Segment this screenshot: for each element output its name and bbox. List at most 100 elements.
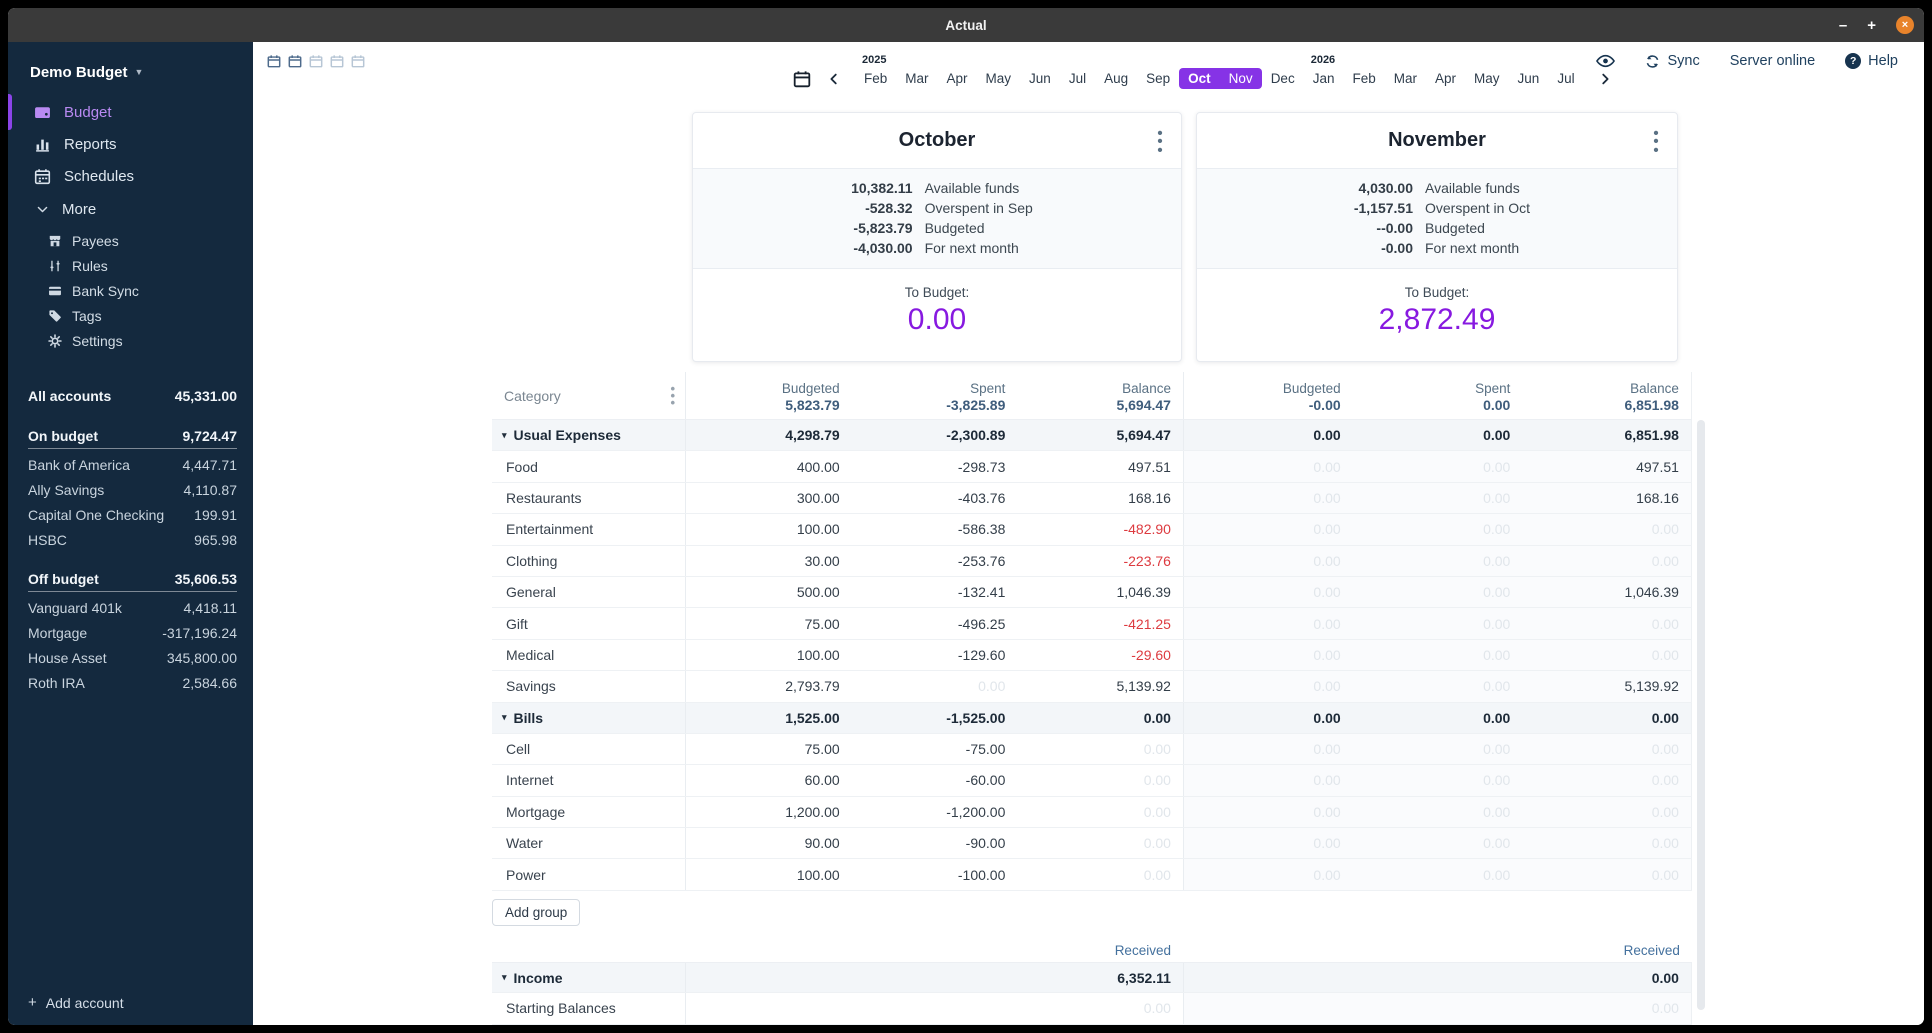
cell-oct-spent[interactable]: -60.00	[852, 765, 1018, 795]
cell-nov-budgeted[interactable]: 0.00	[1182, 451, 1353, 482]
cell-oct-budgeted[interactable]: 300.00	[686, 483, 852, 513]
cell-nov-spent[interactable]: 0.00	[1352, 576, 1523, 608]
category-name[interactable]: Savings	[492, 671, 686, 702]
cell-nov-spent[interactable]: 0.00	[1352, 733, 1523, 765]
cell-nov-balance[interactable]: 6,851.98	[1522, 420, 1692, 451]
collapse-triangle-icon[interactable]: ▾	[502, 712, 507, 723]
cell-nov-balance[interactable]: 497.51	[1522, 451, 1692, 482]
category-name[interactable]: Gift	[492, 608, 686, 639]
category-name[interactable]: ▾ Usual Expenses	[492, 420, 686, 451]
cell-oct-budgeted[interactable]: 4,298.79	[686, 420, 852, 450]
header-balance-oct[interactable]: Balance 5,694.47	[1017, 372, 1183, 419]
minimize-button[interactable]: –	[1839, 18, 1847, 33]
cell-nov-spent[interactable]: 0.00	[1352, 828, 1523, 859]
cell-nov-budgeted[interactable]: 0.00	[1182, 859, 1353, 890]
sidebar-item-tags[interactable]: Tags	[8, 303, 253, 328]
collapse-triangle-icon[interactable]: ▾	[502, 972, 507, 983]
cell-oct-received[interactable]: 0.00	[1017, 993, 1183, 1023]
cell-nov-budgeted[interactable]: 0.00	[1182, 702, 1353, 733]
month-feb[interactable]: 2025 Feb	[855, 54, 896, 89]
cell-oct-balance[interactable]: 0.00	[1017, 797, 1183, 827]
kebab-menu-icon[interactable]: • • •	[1155, 126, 1165, 157]
category-name[interactable]: Internet	[492, 765, 686, 796]
header-spent-oct[interactable]: Spent -3,825.89	[852, 372, 1018, 419]
month-jul[interactable]: Jul	[1060, 68, 1095, 89]
cell-oct-spent[interactable]: -2,300.89	[852, 420, 1018, 450]
account-row-capital-one-checking[interactable]: Capital One Checking 199.91	[28, 502, 237, 527]
sidebar-item-schedules[interactable]: Schedules	[8, 160, 253, 192]
cell-nov-budgeted[interactable]: 0.00	[1182, 608, 1353, 639]
cell-oct-balance[interactable]: 5,694.47	[1017, 420, 1183, 450]
cell-nov-budgeted[interactable]: 0.00	[1182, 733, 1353, 765]
month-may[interactable]: May	[1465, 68, 1509, 89]
month-aug[interactable]: Aug	[1095, 68, 1137, 89]
cell-nov-balance[interactable]: 0.00	[1522, 796, 1692, 828]
vertical-scrollbar[interactable]	[1697, 420, 1705, 1010]
cell-nov-balance[interactable]: 0.00	[1522, 859, 1692, 890]
cell-oct-budgeted[interactable]: 90.00	[686, 828, 852, 858]
month-sep[interactable]: Sep	[1137, 68, 1179, 89]
cell-nov-balance[interactable]: 0.00	[1522, 639, 1692, 671]
month-oct[interactable]: Oct	[1179, 68, 1220, 89]
month-jan[interactable]: 2026 Jan	[1304, 54, 1344, 89]
cell-oct-spent[interactable]: -403.76	[852, 483, 1018, 513]
category-name[interactable]: Water	[492, 828, 686, 859]
category-name[interactable]: Medical	[492, 639, 686, 671]
cell-oct-spent[interactable]: -75.00	[852, 734, 1018, 764]
account-row-roth-ira[interactable]: Roth IRA 2,584.66	[28, 670, 237, 695]
category-name[interactable]: Mortgage	[492, 796, 686, 828]
sidebar-item-settings[interactable]: Settings	[8, 328, 253, 353]
cell-oct-balance[interactable]: 0.00	[1017, 765, 1183, 795]
month-jul[interactable]: Jul	[1548, 68, 1583, 89]
month-mar[interactable]: Mar	[1385, 68, 1426, 89]
account-group-on-budget[interactable]: On budget 9,724.47	[28, 423, 237, 449]
cell-nov-balance[interactable]: 0.00	[1522, 765, 1692, 796]
cell-oct-balance[interactable]: 497.51	[1017, 451, 1183, 481]
header-balance-nov[interactable]: Balance 6,851.98	[1522, 372, 1692, 419]
month-count-option-4-icon[interactable]	[330, 54, 344, 68]
cell-oct-balance[interactable]: 0.00	[1017, 703, 1183, 733]
cell-oct-spent[interactable]: -100.00	[852, 859, 1018, 889]
cell-nov-spent[interactable]: 0.00	[1352, 796, 1523, 828]
cell-oct-budgeted[interactable]: 30.00	[686, 546, 852, 576]
cell-nov-spent[interactable]: 0.00	[1352, 859, 1523, 890]
cell-nov-spent[interactable]: 0.00	[1352, 451, 1523, 482]
cell-nov-balance[interactable]: 1,046.39	[1522, 576, 1692, 608]
prev-month-button[interactable]	[827, 72, 841, 86]
account-row-ally-savings[interactable]: Ally Savings 4,110.87	[28, 477, 237, 502]
add-group-button[interactable]: Add group	[492, 898, 581, 926]
cell-oct-budgeted[interactable]: 400.00	[686, 451, 852, 481]
month-nov[interactable]: Nov	[1219, 68, 1262, 89]
cell-nov-spent[interactable]: 0.00	[1352, 639, 1523, 671]
account-row-house-asset[interactable]: House Asset 345,800.00	[28, 645, 237, 670]
category-name[interactable]: Cell	[492, 733, 686, 765]
month-count-option-3-icon[interactable]	[309, 54, 323, 68]
category-name[interactable]: Power	[492, 859, 686, 890]
cell-oct-spent[interactable]: -1,200.00	[852, 797, 1018, 827]
privacy-eye-button[interactable]	[1596, 54, 1616, 68]
cell-nov-budgeted[interactable]: 0.00	[1182, 576, 1353, 608]
category-name[interactable]: ▾ Income	[492, 962, 686, 993]
cell-nov-spent[interactable]: 0.00	[1352, 420, 1523, 451]
header-budgeted-oct[interactable]: Budgeted 5,823.79	[686, 372, 852, 419]
cell-oct-balance[interactable]: 0.00	[1017, 859, 1183, 889]
cell-oct-spent[interactable]: -132.41	[852, 577, 1018, 607]
month-dec[interactable]: Dec	[1262, 68, 1304, 89]
cell-nov-balance[interactable]: 0.00	[1522, 828, 1692, 859]
cell-oct-spent[interactable]: -298.73	[852, 451, 1018, 481]
cell-oct-spent[interactable]: -586.38	[852, 514, 1018, 544]
all-accounts-row[interactable]: All accounts 45,331.00	[28, 383, 237, 409]
cell-oct-balance[interactable]: 5,139.92	[1017, 671, 1183, 701]
cell-nov-balance[interactable]: 5,139.92	[1522, 671, 1692, 702]
cell-oct-budgeted[interactable]: 60.00	[686, 765, 852, 795]
calendar-icon[interactable]	[793, 70, 811, 88]
sidebar-item-more[interactable]: More	[8, 194, 253, 224]
cell-oct-balance[interactable]: -223.76	[1017, 546, 1183, 576]
cell-nov-received[interactable]: 0.00	[1522, 962, 1692, 993]
cell-oct-budgeted[interactable]: 75.00	[686, 734, 852, 764]
cell-nov-budgeted[interactable]: 0.00	[1182, 639, 1353, 671]
cell-oct-balance[interactable]: -29.60	[1017, 640, 1183, 670]
sync-button[interactable]: Sync	[1645, 53, 1700, 69]
cell-nov-balance[interactable]: 0.00	[1522, 545, 1692, 576]
cell-oct-spent[interactable]: -496.25	[852, 608, 1018, 638]
